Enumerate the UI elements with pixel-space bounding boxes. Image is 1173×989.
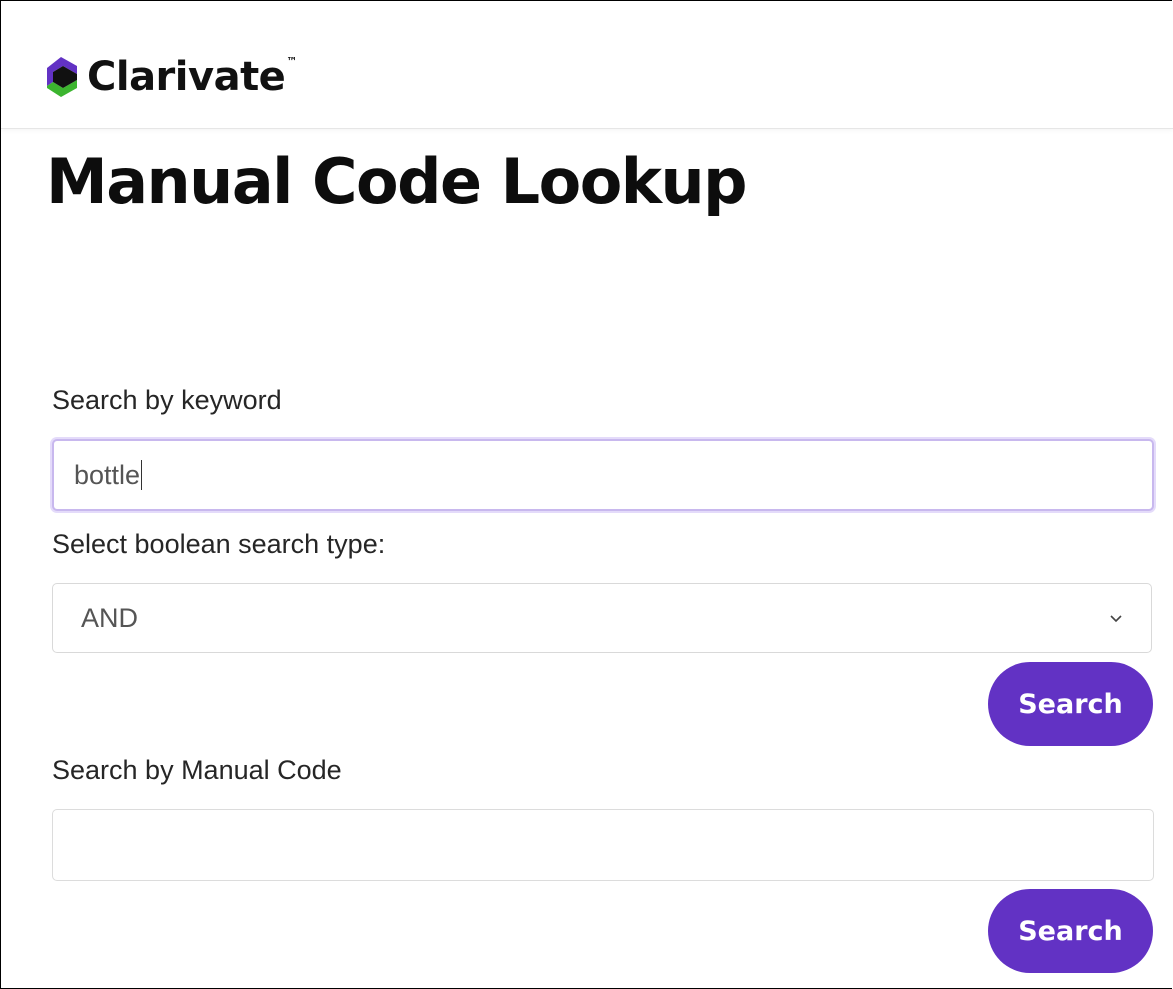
keyword-search-button[interactable]: Search [988, 662, 1153, 746]
clarivate-logo-icon [47, 57, 77, 97]
manual-code-search-button[interactable]: Search [988, 889, 1153, 973]
site-header: Clarivate ™ [1, 1, 1173, 129]
text-caret [141, 460, 143, 490]
boolean-type-selected: AND [81, 602, 139, 633]
page-title: Manual Code Lookup [46, 145, 748, 218]
keyword-search-input[interactable]: bottle [52, 439, 1154, 511]
trademark-symbol: ™ [286, 54, 298, 68]
manual-code-input[interactable] [52, 809, 1154, 881]
logo-wordmark: Clarivate [87, 54, 286, 100]
chevron-down-icon [1110, 615, 1122, 623]
boolean-type-label: Select boolean search type: [52, 529, 386, 559]
manual-code-search-label: Search by Manual Code [52, 755, 342, 785]
keyword-search-label: Search by keyword [52, 385, 282, 415]
keyword-search-value: bottle [74, 459, 141, 490]
clarivate-logo[interactable]: Clarivate ™ [47, 51, 297, 103]
boolean-type-select[interactable]: AND [52, 583, 1152, 653]
